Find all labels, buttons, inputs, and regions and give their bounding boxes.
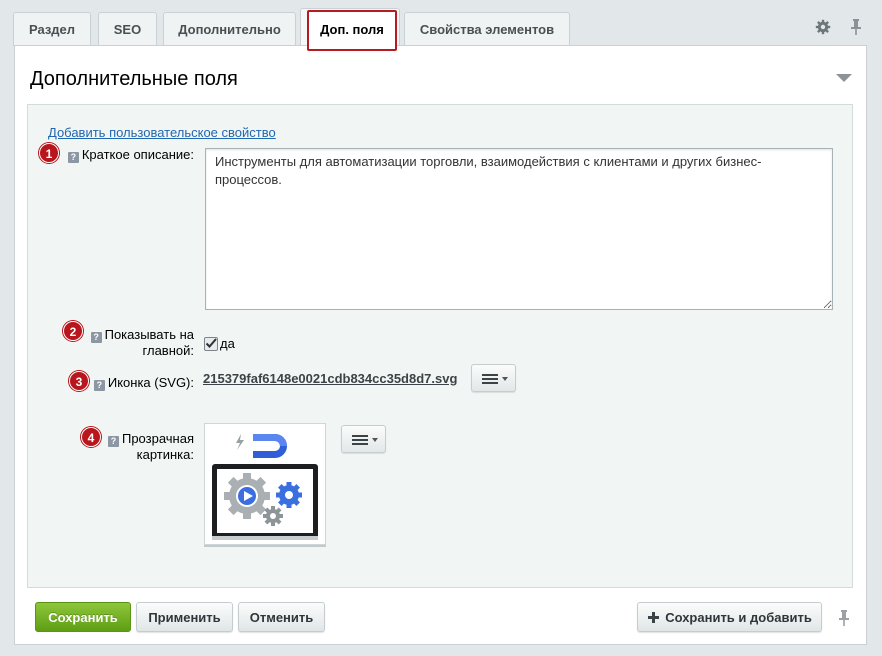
- save-and-add-button[interactable]: Сохранить и добавить: [637, 602, 822, 632]
- field-badge-1: 1: [39, 143, 59, 163]
- tab-element-properties[interactable]: Свойства элементов: [404, 12, 570, 46]
- tab-bar: Раздел SEO Дополнительно Доп. поля Свойс…: [0, 0, 882, 51]
- transparent-image-label-line2: картинка:: [136, 447, 194, 462]
- show-on-main-label-line2: главной:: [142, 343, 194, 358]
- tab-extra-fields[interactable]: Доп. поля: [307, 10, 397, 51]
- tab-seo[interactable]: SEO: [98, 12, 157, 46]
- extra-fields-panel: Дополнительные поля Добавить пользовател…: [14, 45, 867, 645]
- hamburger-menu-icon: [482, 374, 498, 386]
- transparent-image-label-line1: Прозрачная: [121, 431, 194, 446]
- short-description-label: ? Краткое описание:: [64, 147, 194, 163]
- help-icon[interactable]: ?: [90, 332, 102, 343]
- save-button[interactable]: Сохранить: [35, 602, 131, 632]
- chevron-down-icon: [372, 438, 378, 442]
- add-custom-property-link[interactable]: Добавить пользовательское свойство: [48, 125, 276, 140]
- icon-svg-label: ? Иконка (SVG):: [90, 375, 194, 391]
- plus-icon: [648, 612, 659, 623]
- help-icon[interactable]: ?: [107, 436, 119, 447]
- transparent-image-label: ? Прозрачная картинка:: [98, 431, 194, 463]
- show-on-main-label-line1: Показывать на: [104, 327, 194, 342]
- tab-section[interactable]: Раздел: [13, 12, 91, 46]
- transparent-image-preview[interactable]: [204, 423, 326, 545]
- tab-additional[interactable]: Дополнительно: [163, 12, 296, 46]
- chevron-down-icon: [502, 377, 508, 381]
- triangle-down-icon[interactable]: [836, 74, 852, 82]
- transparent-image-menu-button[interactable]: [341, 425, 386, 453]
- show-on-main-checkbox[interactable]: [204, 337, 218, 351]
- icon-svg-menu-button[interactable]: [471, 364, 516, 392]
- help-icon[interactable]: ?: [93, 380, 105, 391]
- section-title: Дополнительные поля: [30, 68, 238, 90]
- checkmark-icon: [205, 338, 217, 348]
- fields-container: Добавить пользовательское свойство 1 ? Кр…: [27, 104, 853, 588]
- hamburger-menu-icon: [352, 435, 368, 447]
- show-on-main-checkbox-label[interactable]: да: [220, 336, 235, 351]
- apply-button[interactable]: Применить: [136, 602, 233, 632]
- show-on-main-label: ? Показывать на главной:: [84, 327, 194, 359]
- field-badge-3: 3: [69, 371, 89, 391]
- icon-svg-label-text: Иконка (SVG):: [107, 375, 194, 390]
- save-and-add-label: Сохранить и добавить: [665, 610, 812, 625]
- icon-svg-file-link[interactable]: 215379faf6148e0021cdb834cc35d8d7.svg: [203, 371, 457, 386]
- gear-icon[interactable]: [815, 19, 831, 35]
- short-description-label-text: Краткое описание:: [81, 147, 194, 162]
- cancel-button[interactable]: Отменить: [238, 602, 325, 632]
- pin-icon[interactable]: [837, 609, 851, 627]
- help-icon[interactable]: ?: [67, 152, 79, 163]
- automation-illustration-icon: [212, 434, 318, 540]
- short-description-textarea[interactable]: Инструменты для автоматизации торговли, …: [205, 148, 833, 310]
- pin-icon[interactable]: [849, 18, 863, 36]
- field-badge-2: 2: [63, 321, 83, 341]
